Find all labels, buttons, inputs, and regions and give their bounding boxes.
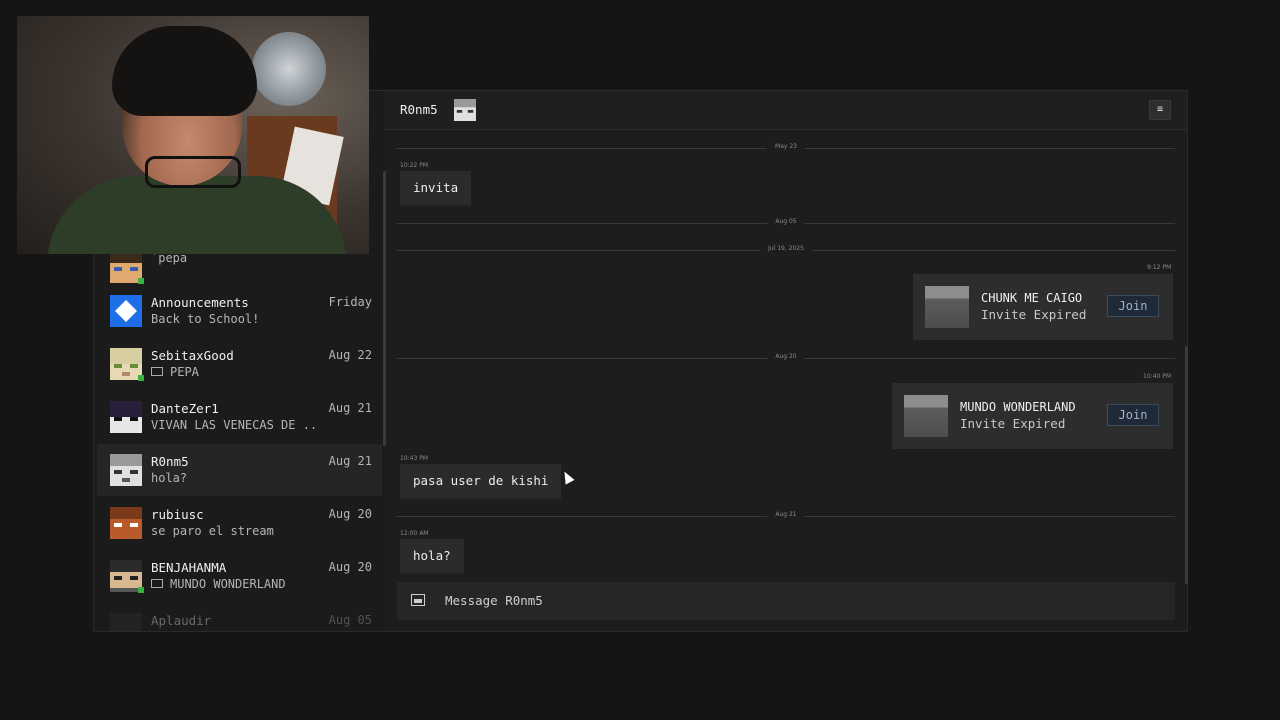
conversation-name: Announcements [151, 295, 249, 310]
conversation-preview: PEPA [151, 365, 199, 379]
conversation-item[interactable]: DanteZer1 VIVAN LAS VENECAS DE ... Aug 2… [97, 391, 382, 443]
chat-scrollbar[interactable] [1185, 346, 1188, 584]
player-avatar [110, 507, 142, 539]
conversation-name: Aplaudir [151, 613, 212, 628]
world-thumbnail [925, 286, 969, 328]
conversation-name: SebitaxGood [151, 348, 234, 363]
conversation-preview: hola? [151, 471, 188, 485]
mail-icon [151, 579, 163, 588]
conversation-item[interactable]: Aplaudir Aug 05 [97, 603, 382, 631]
conversation-date: Aug 05 [328, 613, 372, 627]
message-composer[interactable]: Message R0nm5 [397, 582, 1175, 620]
mail-icon [151, 367, 163, 376]
webcam-person-hair [112, 26, 257, 116]
webcam-person-glasses [145, 156, 241, 188]
announcements-icon [110, 295, 142, 327]
message-timestamp: 9:12 PM [1147, 264, 1172, 271]
date-divider: May 23 [397, 143, 1175, 150]
conversation-preview: MUNDO WONDERLAND [151, 577, 286, 591]
world-invite-card: MUNDO WONDERLAND Invite Expired Join [892, 383, 1173, 449]
world-invite-card: CHUNK ME CAIGO Invite Expired Join [913, 274, 1173, 340]
message-bubble: hola? [400, 539, 464, 575]
menu-icon[interactable]: ≡ [1149, 100, 1171, 120]
player-avatar [110, 613, 142, 631]
online-indicator [138, 375, 144, 381]
online-indicator [138, 278, 144, 284]
message-bubble: pasa user de kishi [400, 464, 562, 500]
conversation-item[interactable]: SebitaxGood PEPA Aug 22 [97, 338, 382, 390]
webcam-fan [252, 32, 326, 106]
date-divider: Jul 19, 2025 [397, 245, 1175, 252]
message-timestamp: 10:22 PM [400, 162, 428, 169]
invite-title: MUNDO WONDERLAND [960, 400, 1076, 414]
conversation-date: Friday [328, 295, 372, 309]
invite-status: Invite Expired [981, 307, 1087, 322]
message-timestamp: 10:40 PM [1143, 373, 1171, 380]
invite-status: Invite Expired [960, 416, 1066, 431]
conversation-item[interactable]: Announcements Back to School! Friday [97, 285, 382, 337]
chat-title: R0nm5 [400, 102, 438, 117]
conversation-name: rubiusc [151, 507, 204, 522]
conversation-date: Aug 20 [328, 507, 372, 521]
date-divider: Aug 21 [397, 511, 1175, 518]
conversation-item[interactable]: BENJAHANMA MUNDO WONDERLAND Aug 20 [97, 550, 382, 602]
webcam-overlay [17, 16, 369, 254]
conversation-preview: se paro el stream [151, 524, 274, 538]
invite-title: CHUNK ME CAIGO [981, 291, 1083, 305]
message-bubble: invita [400, 171, 472, 207]
message-timestamp: 12:00 AM [400, 530, 429, 537]
player-avatar [110, 401, 142, 433]
join-button[interactable]: Join [1107, 295, 1159, 317]
chat-header: R0nm5 ≡ [384, 91, 1187, 130]
join-button[interactable]: Join [1107, 404, 1159, 426]
player-avatar [110, 454, 142, 486]
conversation-date: Aug 21 [328, 454, 372, 468]
conversation-preview: Back to School! [151, 312, 260, 326]
image-icon[interactable] [411, 594, 425, 606]
conversation-date: Aug 21 [328, 401, 372, 415]
conversation-name: R0nm5 [151, 454, 189, 469]
message-input[interactable]: Message R0nm5 [445, 593, 543, 608]
conversation-item-selected[interactable]: R0nm5 hola? Aug 21 [97, 444, 382, 496]
message-timestamp: 10:43 PM [400, 455, 428, 462]
chat-avatar [454, 99, 476, 121]
conversation-date: Aug 22 [328, 348, 372, 362]
conversation-name: BENJAHANMA [151, 560, 227, 575]
conversation-date: Aug 20 [328, 560, 372, 574]
date-divider: Aug 20 [397, 353, 1175, 360]
conversation-preview: VIVAN LAS VENECAS DE ... [151, 418, 316, 432]
conversation-name: DanteZer1 [151, 401, 219, 416]
online-indicator [138, 587, 144, 593]
conversation-item[interactable]: rubiusc se paro el stream Aug 20 [97, 497, 382, 549]
date-divider: Aug 05 [397, 218, 1175, 225]
world-thumbnail [904, 395, 948, 437]
sidebar-scrollbar[interactable] [383, 171, 386, 446]
